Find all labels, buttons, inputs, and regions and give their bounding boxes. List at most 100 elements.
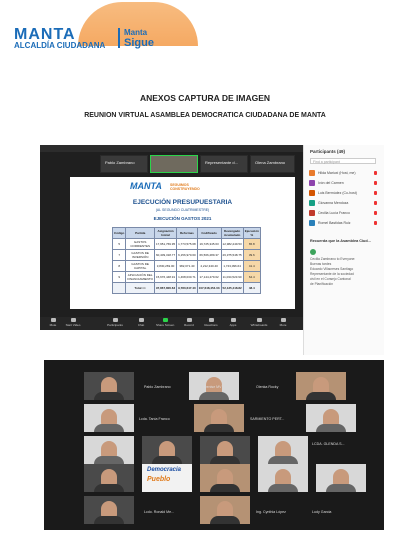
slide-logo: MANTA bbox=[130, 181, 162, 191]
participant-body bbox=[94, 516, 124, 524]
video-tile bbox=[258, 464, 308, 492]
participant-name: Olenka Rocky bbox=[256, 385, 279, 389]
participant-item[interactable]: Romel Bastidas Ruiz bbox=[309, 219, 379, 227]
chat-message: Buenas tardes bbox=[310, 262, 332, 266]
participants-button[interactable]: Participants bbox=[106, 318, 124, 327]
table-cell: 17,951,769.95 bbox=[153, 238, 178, 250]
table-cell: 9,780,647.40 bbox=[176, 282, 198, 294]
column-header: Codificado bbox=[196, 227, 222, 239]
table-cell: 60,409,318.77 bbox=[153, 249, 178, 261]
table-cell: 52,135,418.82 bbox=[220, 282, 244, 294]
table-cell: 17,144,479.62 bbox=[196, 271, 222, 283]
table-cell: GASTOS DE CAPITAL bbox=[125, 260, 155, 272]
share-screen-icon bbox=[162, 318, 168, 322]
shared-slide: MANTA SEGUIMOS CONSTRUYENDO EJECUCIÓN PR… bbox=[70, 177, 295, 309]
table-header-row: Código Partida Asignación Inicial Reform… bbox=[111, 227, 261, 239]
table-cell: 382,071.40 bbox=[176, 260, 198, 272]
logo-tagline-line2: Sigue bbox=[124, 37, 154, 49]
column-header: Ejecución % bbox=[242, 227, 261, 239]
video-camera-icon bbox=[70, 318, 76, 322]
column-header: Reformas bbox=[176, 227, 198, 239]
participant-item[interactable]: Ivón del Carmen bbox=[309, 179, 379, 187]
muted-mic-icon bbox=[374, 191, 377, 195]
participant-name: Lcda. Tanía Franco bbox=[139, 417, 170, 421]
participant-body bbox=[204, 424, 234, 432]
participant-search-input[interactable]: Find a participant bbox=[310, 158, 376, 164]
video-tile bbox=[84, 496, 134, 524]
table-cell: 5 bbox=[111, 238, 127, 250]
reactions-button[interactable]: Reactions bbox=[202, 318, 220, 327]
avatar bbox=[309, 210, 315, 216]
document-title: ANEXOS CAPTURA DE IMAGEN bbox=[139, 93, 271, 103]
whiteboard-icon bbox=[256, 318, 262, 322]
participant-name: Ing. Cynthia López bbox=[256, 510, 286, 514]
table-cell: 8 bbox=[111, 260, 127, 272]
table-cell: 11,034,523.90 bbox=[220, 271, 244, 283]
table-cell: 15,676,448.91 bbox=[153, 271, 178, 283]
table-cell: 1,743,096.64 bbox=[220, 260, 244, 272]
apps-grid-icon bbox=[230, 318, 236, 322]
avatar bbox=[309, 200, 315, 206]
table-cell: 66,566,289.37 bbox=[196, 249, 222, 261]
video-tile-name: Pablo Zambrano bbox=[105, 160, 135, 165]
table-cell: 9 bbox=[111, 271, 127, 283]
slide-section-title: EJECUCIÓN GASTOS 2021 bbox=[153, 216, 212, 221]
table-cell: 26,375,548.75 bbox=[220, 249, 244, 261]
video-tile bbox=[200, 464, 250, 492]
table-cell: 1,468,030.71 bbox=[176, 271, 198, 283]
participant-item[interactable]: Giovanna Mendoza bbox=[309, 199, 379, 207]
apps-button[interactable]: Apps bbox=[224, 318, 242, 327]
muted-mic-icon bbox=[374, 171, 377, 175]
chat-message: civil en el Consejo Cantonal bbox=[310, 277, 351, 281]
mute-button[interactable]: Mute bbox=[44, 318, 62, 327]
table-cell: 12,982,249.53 bbox=[220, 238, 244, 250]
table-cell: Total >> bbox=[125, 282, 155, 294]
document-subtitle: REUNION VIRTUAL ASAMBLEA DEMOCRATICA CIU… bbox=[84, 112, 326, 119]
participant-name: Denise MV bbox=[204, 385, 222, 389]
participant-body bbox=[152, 456, 182, 464]
table-cell: APLICACIÓN DEL FINANCIAMIENTO bbox=[125, 271, 155, 283]
chat-message: Eduardo Villacreses Santiago bbox=[310, 267, 354, 271]
participant-body bbox=[94, 456, 124, 464]
participant-body bbox=[326, 484, 356, 492]
table-cell: 7 bbox=[111, 249, 127, 261]
start-video-button[interactable]: Start Video bbox=[64, 318, 82, 327]
avatar bbox=[309, 220, 315, 226]
participant-body bbox=[268, 484, 298, 492]
table-cell: 97,867,806.63 bbox=[153, 282, 178, 294]
participant-name: LCDA. GLENDA S... bbox=[312, 442, 345, 446]
table-cell-percent: 48.4 bbox=[242, 282, 261, 294]
video-tile bbox=[200, 496, 250, 524]
participant-name: Lcdo. Ronald Me... bbox=[144, 510, 175, 514]
budget-execution-table: Código Partida Asignación Inicial Reform… bbox=[111, 227, 261, 294]
logo-tagline: Manta Sigue bbox=[118, 28, 154, 49]
video-tile bbox=[142, 436, 192, 464]
participant-item[interactable]: Hilda Mariuxi (Host, me) bbox=[309, 169, 379, 177]
video-tile bbox=[306, 404, 356, 432]
record-button[interactable]: Record bbox=[180, 318, 198, 327]
record-icon bbox=[186, 318, 192, 322]
participant-name: Ludy Garcia bbox=[312, 510, 332, 514]
participant-item[interactable]: Cecilia Lucía Franco bbox=[309, 209, 379, 217]
participant-body bbox=[316, 424, 346, 432]
share-screen-button[interactable]: Share Screen bbox=[156, 318, 174, 327]
campaign-poster-tile: Democracia Pueblo bbox=[142, 464, 192, 492]
participant-body bbox=[210, 456, 240, 464]
video-tile bbox=[316, 464, 366, 492]
slide-tagline: SEGUIMOS CONSTRUYENDO bbox=[170, 183, 200, 191]
table-cell: GASTOS DE INVERSIÓN bbox=[125, 249, 155, 261]
whiteboards-button[interactable]: Whiteboards bbox=[250, 318, 268, 327]
slide-heading: EJECUCIÓN PRESUPUESTARIA bbox=[132, 199, 233, 206]
more-button[interactable]: More bbox=[274, 318, 292, 327]
participants-panel-title: Participants (49) bbox=[310, 149, 346, 154]
logo-subtitle: ALCALDÍA CIUDADANA bbox=[14, 41, 106, 50]
chat-message: de Planificación bbox=[310, 282, 334, 286]
column-header: Partida bbox=[125, 227, 155, 239]
video-tile bbox=[200, 436, 250, 464]
participant-item[interactable]: Luis Bermúdez (Co-host) bbox=[309, 189, 379, 197]
table-cell: 107,648,454.03 bbox=[196, 282, 222, 294]
participant-body bbox=[210, 484, 240, 492]
chat-button[interactable]: Chat bbox=[132, 318, 150, 327]
video-tile bbox=[296, 372, 346, 400]
participant-name: Pablo Zambrano bbox=[144, 385, 171, 389]
